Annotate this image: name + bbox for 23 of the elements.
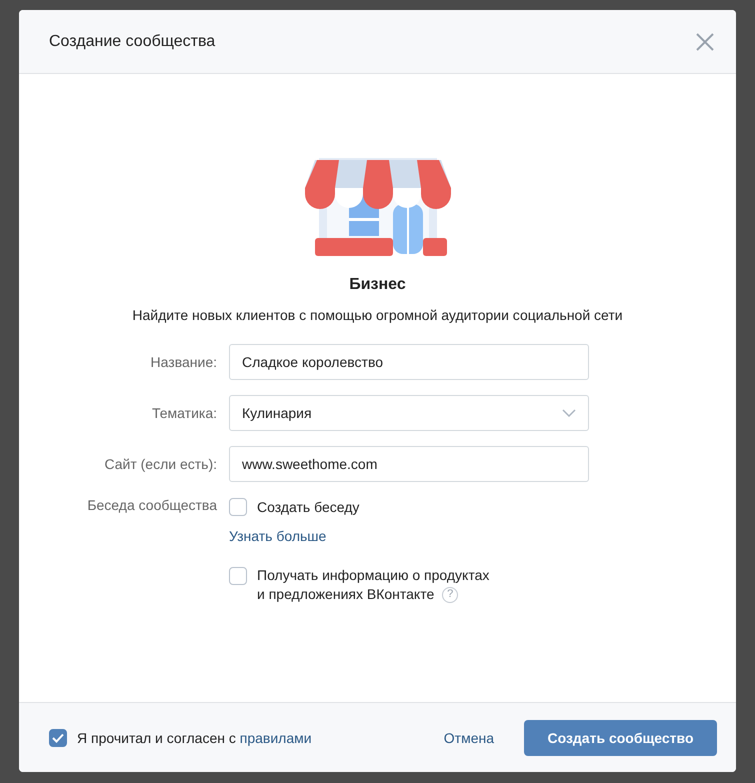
chevron-down-icon xyxy=(562,409,576,417)
field-label: Беседа сообщества xyxy=(86,497,218,513)
checkbox-label: Создать беседу xyxy=(257,498,360,514)
select-field[interactable]: Кулинария xyxy=(229,395,589,431)
checkbox[interactable] xyxy=(229,567,247,585)
checkbox-label: и предложениях ВКонтакте xyxy=(257,585,434,604)
checkbox[interactable] xyxy=(49,729,67,747)
create-community-button[interactable]: Создать сообщество xyxy=(524,720,717,756)
learn-more-link[interactable]: Узнать больше xyxy=(229,528,360,544)
input-field[interactable]: www.sweethome.com xyxy=(229,446,589,482)
category-description: Найдите новых клиентов с помощью огромной аудитории социальной сети xyxy=(131,306,624,325)
window-title: Создание сообщества xyxy=(49,32,216,50)
checkbox[interactable] xyxy=(229,498,247,516)
input-field[interactable]: Сладкое королевство xyxy=(229,344,589,380)
category-title: Бизнес xyxy=(349,276,406,294)
rules-link[interactable]: правилами xyxy=(240,730,312,746)
field-label: Сайт (если есть): xyxy=(103,456,218,472)
field-label: Тематика: xyxy=(151,405,218,421)
field-label: Название: xyxy=(150,354,218,370)
checkbox-label: Получать информацию о продуктах xyxy=(257,566,490,585)
agreement-text: Я прочитал и согласен с правилами xyxy=(77,730,312,746)
cancel-button[interactable]: Отмена xyxy=(428,722,510,754)
close-icon[interactable] xyxy=(696,32,714,50)
